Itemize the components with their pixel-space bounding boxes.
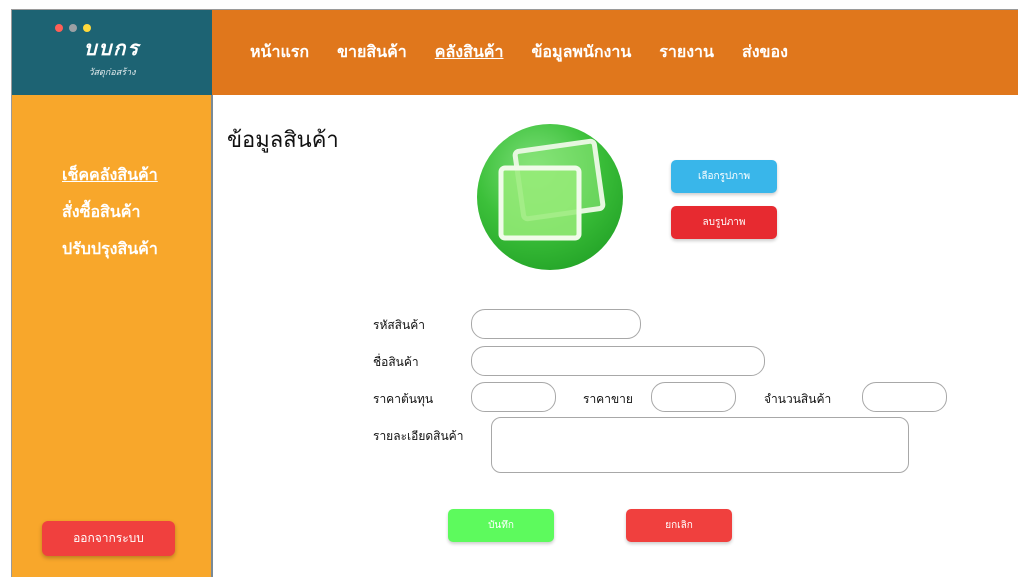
nav-reports[interactable]: รายงาน: [659, 40, 714, 65]
sidebar-item-update[interactable]: ปรับปรุงสินค้า: [62, 237, 158, 262]
delete-image-button[interactable]: ลบรูปภาพ: [671, 206, 777, 239]
top-nav: หน้าแรก ขายสินค้า คลังสินค้า ข้อมูลพนักง…: [212, 10, 1018, 95]
nav-employees[interactable]: ข้อมูลพนักงาน: [531, 40, 631, 65]
details-textarea[interactable]: [491, 417, 909, 473]
details-label: รายละเอียดสินค้า: [373, 429, 464, 443]
save-button[interactable]: บันทึก: [448, 509, 554, 542]
page-title: ข้อมูลสินค้า: [227, 128, 339, 153]
sidebar-item-check-stock[interactable]: เช็คคลังสินค้า: [62, 163, 158, 188]
cost-price-input[interactable]: [471, 382, 556, 412]
product-name-label: ชื่อสินค้า: [373, 355, 419, 369]
nav-home[interactable]: หน้าแรก: [250, 40, 309, 65]
nav-sales[interactable]: ขายสินค้า: [337, 40, 407, 65]
product-name-input[interactable]: [471, 346, 765, 376]
dot-gray-icon: [69, 24, 77, 32]
nav-warehouse[interactable]: คลังสินค้า: [435, 40, 504, 65]
sidebar-item-order[interactable]: สั่งซื้อสินค้า: [62, 200, 140, 225]
cancel-button[interactable]: ยกเลิก: [626, 509, 732, 542]
quantity-input[interactable]: [862, 382, 947, 412]
sale-price-input[interactable]: [651, 382, 736, 412]
brand-subtitle: วัสดุก่อสร้าง: [88, 68, 136, 78]
product-code-label: รหัสสินค้า: [373, 318, 425, 332]
logout-button[interactable]: ออกจากระบบ: [42, 521, 175, 556]
choose-image-button[interactable]: เลือกรูปภาพ: [671, 160, 777, 193]
dot-yellow-icon: [83, 24, 91, 32]
sidebar: เช็คคลังสินค้า สั่งซื้อสินค้า ปรับปรุงสิ…: [12, 95, 213, 577]
product-code-input[interactable]: [471, 309, 641, 339]
sale-price-label: ราคาขาย: [583, 392, 633, 406]
dot-red-icon: [55, 24, 63, 32]
image-placeholder-icon: [498, 138, 606, 241]
quantity-label: จำนวนสินค้า: [764, 392, 832, 406]
nav-shipping[interactable]: ส่งของ: [742, 40, 788, 65]
app-window: บบกร วัสดุก่อสร้าง หน้าแรก ขายสินค้า คลั…: [11, 9, 1018, 577]
logo-panel: บบกร วัสดุก่อสร้าง: [12, 10, 212, 95]
brand-name: บบกร: [83, 36, 141, 60]
window-dots: [55, 24, 91, 32]
product-image: [477, 124, 623, 270]
cost-price-label: ราคาต้นทุน: [373, 392, 434, 406]
